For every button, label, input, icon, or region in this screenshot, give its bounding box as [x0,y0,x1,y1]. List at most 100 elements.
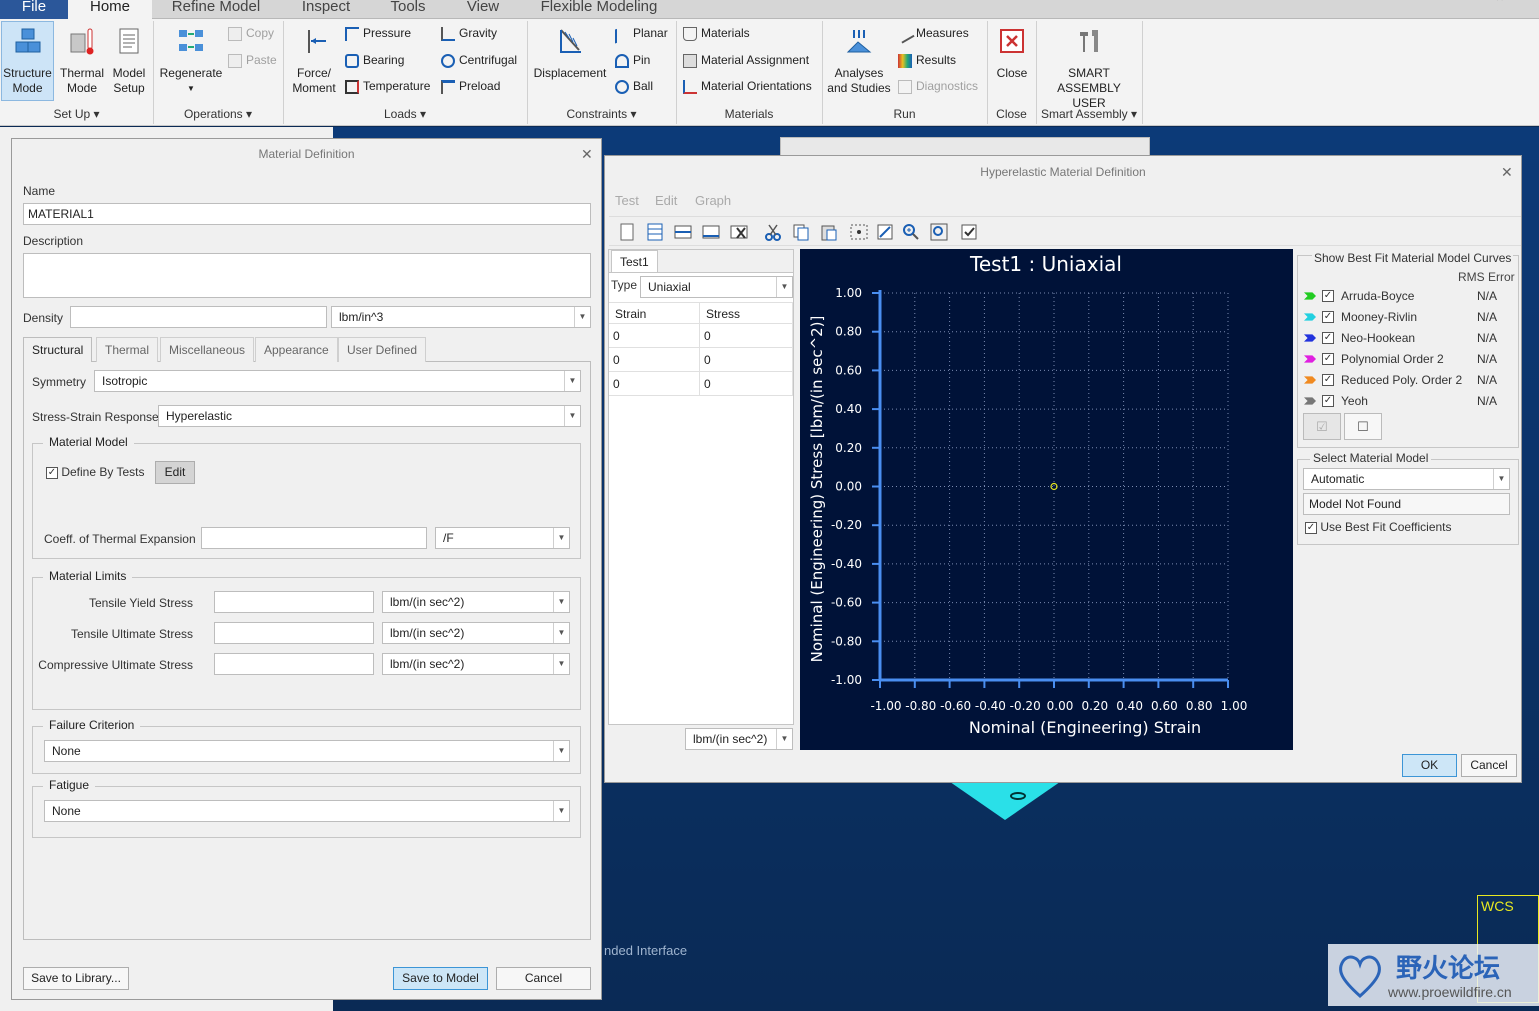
table-icon[interactable] [645,222,665,242]
table-cell[interactable]: 0 [609,348,700,372]
analyses-studies-button[interactable]: Analyses and Studies [826,22,892,96]
tab-file[interactable]: File [0,0,68,19]
tab-structural[interactable]: Structural [23,337,93,362]
menu-edit[interactable]: Edit [655,193,677,208]
stress-strain-chart[interactable]: Test1 : Uniaxial Nominal (Engineering) S… [800,249,1293,750]
table-cell[interactable]: 0 [700,372,793,396]
pressure-button[interactable]: Pressure [345,24,411,42]
material-orientations-button[interactable]: Material Orientations [683,77,812,95]
table-cell[interactable]: 0 [609,324,700,348]
regenerate-dropdown-icon[interactable]: ▼ [158,81,224,96]
tensile-ultimate-unit-select[interactable]: lbm/(in sec^2) ▼ [382,622,570,644]
group-operations-label[interactable]: Operations ▾ [153,107,283,121]
material-assignment-button[interactable]: Material Assignment [683,51,809,69]
minimize-icon[interactable]: ⌃ [1494,0,1506,11]
define-by-tests-checkbox[interactable]: ✓ Define By Tests [46,465,145,479]
zoom-fit-icon[interactable] [929,222,949,242]
uncheck-all-button[interactable]: ☐ [1344,413,1382,440]
name-input[interactable]: MATERIAL1 [23,203,591,225]
symmetry-select[interactable]: Isotropic ▼ [94,370,581,392]
preload-button[interactable]: Preload [441,77,500,95]
material-cancel-button[interactable]: Cancel [496,967,591,990]
copy-icon[interactable] [791,222,811,242]
tab-flexible-modeling[interactable]: Flexible Modeling [522,0,676,19]
force-moment-button[interactable]: Force/ Moment [288,22,340,96]
check-all-button[interactable]: ☑ [1303,413,1341,440]
model-item[interactable]: ✓ Reduced Poly. Order 2 N/A [1302,370,1517,390]
copy-button[interactable]: Copy [228,24,274,42]
compressive-ultimate-input[interactable] [214,653,374,675]
material-dialog-close-icon[interactable]: ✕ [581,146,593,163]
insert-row-icon[interactable] [673,222,693,242]
centrifugal-button[interactable]: Centrifugal [441,51,517,69]
select-model-select[interactable]: Automatic ▼ [1303,468,1510,490]
tab-test1[interactable]: Test1 [611,250,658,272]
tensile-ultimate-input[interactable] [214,622,374,644]
type-select[interactable]: Uniaxial ▼ [640,276,793,298]
hyper-cancel-button[interactable]: Cancel [1461,754,1517,777]
checkbox-checked-icon[interactable]: ✓ [1322,353,1334,365]
measures-button[interactable]: Measures [895,24,969,44]
menu-graph[interactable]: Graph [695,193,731,208]
paste-button[interactable]: Paste [228,51,277,69]
model-item[interactable]: ✓ Mooney-Rivlin N/A [1302,307,1517,327]
tab-view[interactable]: View [444,0,522,19]
table-cell[interactable]: 0 [609,372,700,396]
structure-mode-button[interactable]: Structure Mode [1,21,54,101]
group-smart-assembly-label[interactable]: Smart Assembly ▾ [1036,107,1142,121]
tab-miscellaneous[interactable]: Miscellaneous [160,337,255,362]
temperature-button[interactable]: Temperature [345,77,430,95]
compressive-ultimate-unit-select[interactable]: lbm/(in sec^2) ▼ [382,653,570,675]
delete-row-icon[interactable] [729,222,749,242]
new-test-icon[interactable] [617,222,637,242]
checkbox-checked-icon[interactable]: ✓ [1322,374,1334,386]
show-points-icon[interactable] [849,222,869,242]
smart-assembly-user-button[interactable]: SMART ASSEMBLY USER [1040,22,1138,111]
fatigue-select[interactable]: None ▼ [44,800,570,822]
close-button[interactable]: Close [990,22,1034,81]
planar-button[interactable]: Planar [615,24,668,44]
description-input[interactable] [23,253,591,298]
displacement-button[interactable]: Displacement [532,22,608,81]
materials-button[interactable]: Materials [683,24,750,42]
model-item[interactable]: ✓ Arruda-Boyce N/A [1302,286,1517,306]
append-row-icon[interactable] [701,222,721,242]
regenerate-button[interactable]: Regenerate ▼ [158,22,224,96]
paste-icon[interactable] [819,222,839,242]
gravity-button[interactable]: Gravity [441,24,497,42]
save-to-library-button[interactable]: Save to Library... [23,967,129,990]
stress-unit-select[interactable]: lbm/(in sec^2) ▼ [685,728,793,750]
checkbox-checked-icon[interactable]: ✓ [1322,332,1334,344]
bearing-button[interactable]: Bearing [345,51,404,69]
group-loads-label[interactable]: Loads ▾ [283,107,527,121]
cte-input[interactable] [201,527,427,549]
tensile-yield-input[interactable] [214,591,374,613]
density-input[interactable] [70,306,327,328]
model-item[interactable]: ✓ Neo-Hookean N/A [1302,328,1517,348]
tab-home[interactable]: Home [68,0,152,19]
zoom-in-icon[interactable] [901,222,921,242]
tensile-yield-unit-select[interactable]: lbm/(in sec^2) ▼ [382,591,570,613]
diagnostics-button[interactable]: Diagnostics [898,77,978,95]
tab-refine-model[interactable]: Refine Model [152,0,280,19]
pin-button[interactable]: Pin [615,51,650,69]
accept-icon[interactable] [959,222,979,242]
checkbox-checked-icon[interactable]: ✓ [1322,311,1334,323]
ball-button[interactable]: Ball [615,77,653,95]
tab-inspect[interactable]: Inspect [280,0,372,19]
tab-appearance[interactable]: Appearance [255,337,338,362]
save-to-model-button[interactable]: Save to Model [393,967,488,990]
table-cell[interactable]: 0 [700,324,793,348]
refit-icon[interactable] [875,222,895,242]
cut-icon[interactable] [763,222,783,242]
model-item[interactable]: ✓ Polynomial Order 2 N/A [1302,349,1517,369]
checkbox-checked-icon[interactable]: ✓ [1322,290,1334,302]
tab-tools[interactable]: Tools [372,0,444,19]
density-unit-select[interactable]: lbm/in^3 ▼ [331,306,591,328]
use-best-fit-checkbox[interactable]: ✓ Use Best Fit Coefficients [1305,520,1452,534]
group-setup-label[interactable]: Set Up ▾ [0,107,153,121]
results-button[interactable]: Results [898,51,956,69]
group-constraints-label[interactable]: Constraints ▾ [527,107,676,121]
model-setup-button[interactable]: Model Setup [107,22,151,96]
stress-strain-response-select[interactable]: Hyperelastic ▼ [158,405,581,427]
